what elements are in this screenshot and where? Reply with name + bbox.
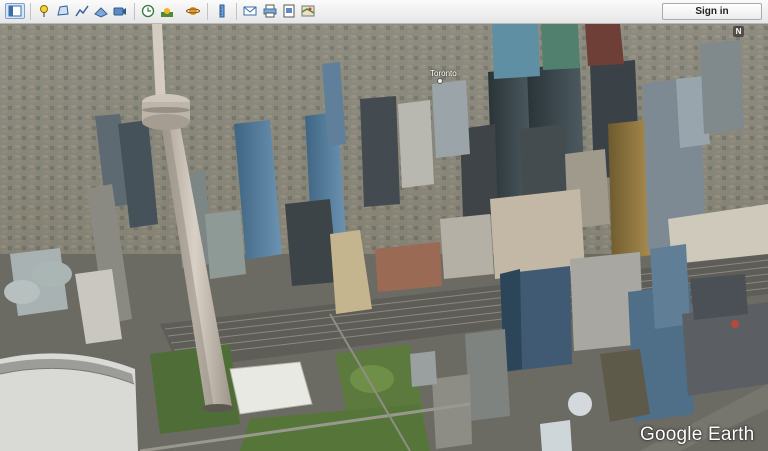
image-overlay-icon — [94, 7, 108, 18]
planet-icon — [186, 7, 200, 15]
save-image-icon — [283, 4, 295, 18]
printer-icon — [263, 4, 277, 18]
add-path-button[interactable] — [74, 3, 90, 19]
toolbar-separator — [30, 3, 31, 20]
ruler-button[interactable] — [214, 3, 230, 19]
record-tour-icon — [113, 7, 126, 16]
map-viewport[interactable]: Toronto N Google Earth — [0, 24, 768, 451]
ruler-icon — [219, 4, 225, 18]
add-polygon-button[interactable] — [55, 3, 71, 19]
record-tour-button[interactable] — [112, 3, 128, 19]
place-marker[interactable] — [437, 78, 443, 84]
maps-icon — [301, 5, 315, 17]
path-icon — [75, 5, 89, 17]
city-scene — [0, 24, 768, 451]
view-in-maps-button[interactable] — [300, 3, 316, 19]
toolbar-separator — [207, 3, 208, 20]
toolbar-separator — [134, 3, 135, 20]
google-earth-logo: Google Earth — [640, 424, 755, 445]
polygon-icon — [57, 5, 69, 16]
sidebar-icon — [8, 5, 22, 17]
toolbar: Sign in — [0, 0, 768, 24]
historical-imagery-button[interactable] — [140, 3, 156, 19]
save-image-button[interactable] — [281, 3, 297, 19]
add-image-overlay-button[interactable] — [93, 3, 109, 19]
sign-in-button[interactable]: Sign in — [662, 3, 762, 20]
add-placemark-button[interactable] — [36, 3, 52, 19]
sun-icon — [161, 8, 173, 17]
email-button[interactable] — [242, 3, 258, 19]
sidebar-toggle-button[interactable] — [5, 3, 25, 19]
clock-icon — [141, 4, 155, 18]
compass-indicator[interactable]: N — [733, 26, 744, 37]
switch-to-sky-button[interactable] — [185, 3, 201, 19]
place-label[interactable]: Toronto — [430, 69, 457, 78]
print-button[interactable] — [262, 3, 278, 19]
sunlight-button[interactable] — [159, 3, 175, 19]
envelope-icon — [243, 6, 257, 16]
pushpin-icon — [40, 5, 48, 17]
toolbar-separator — [236, 3, 237, 20]
